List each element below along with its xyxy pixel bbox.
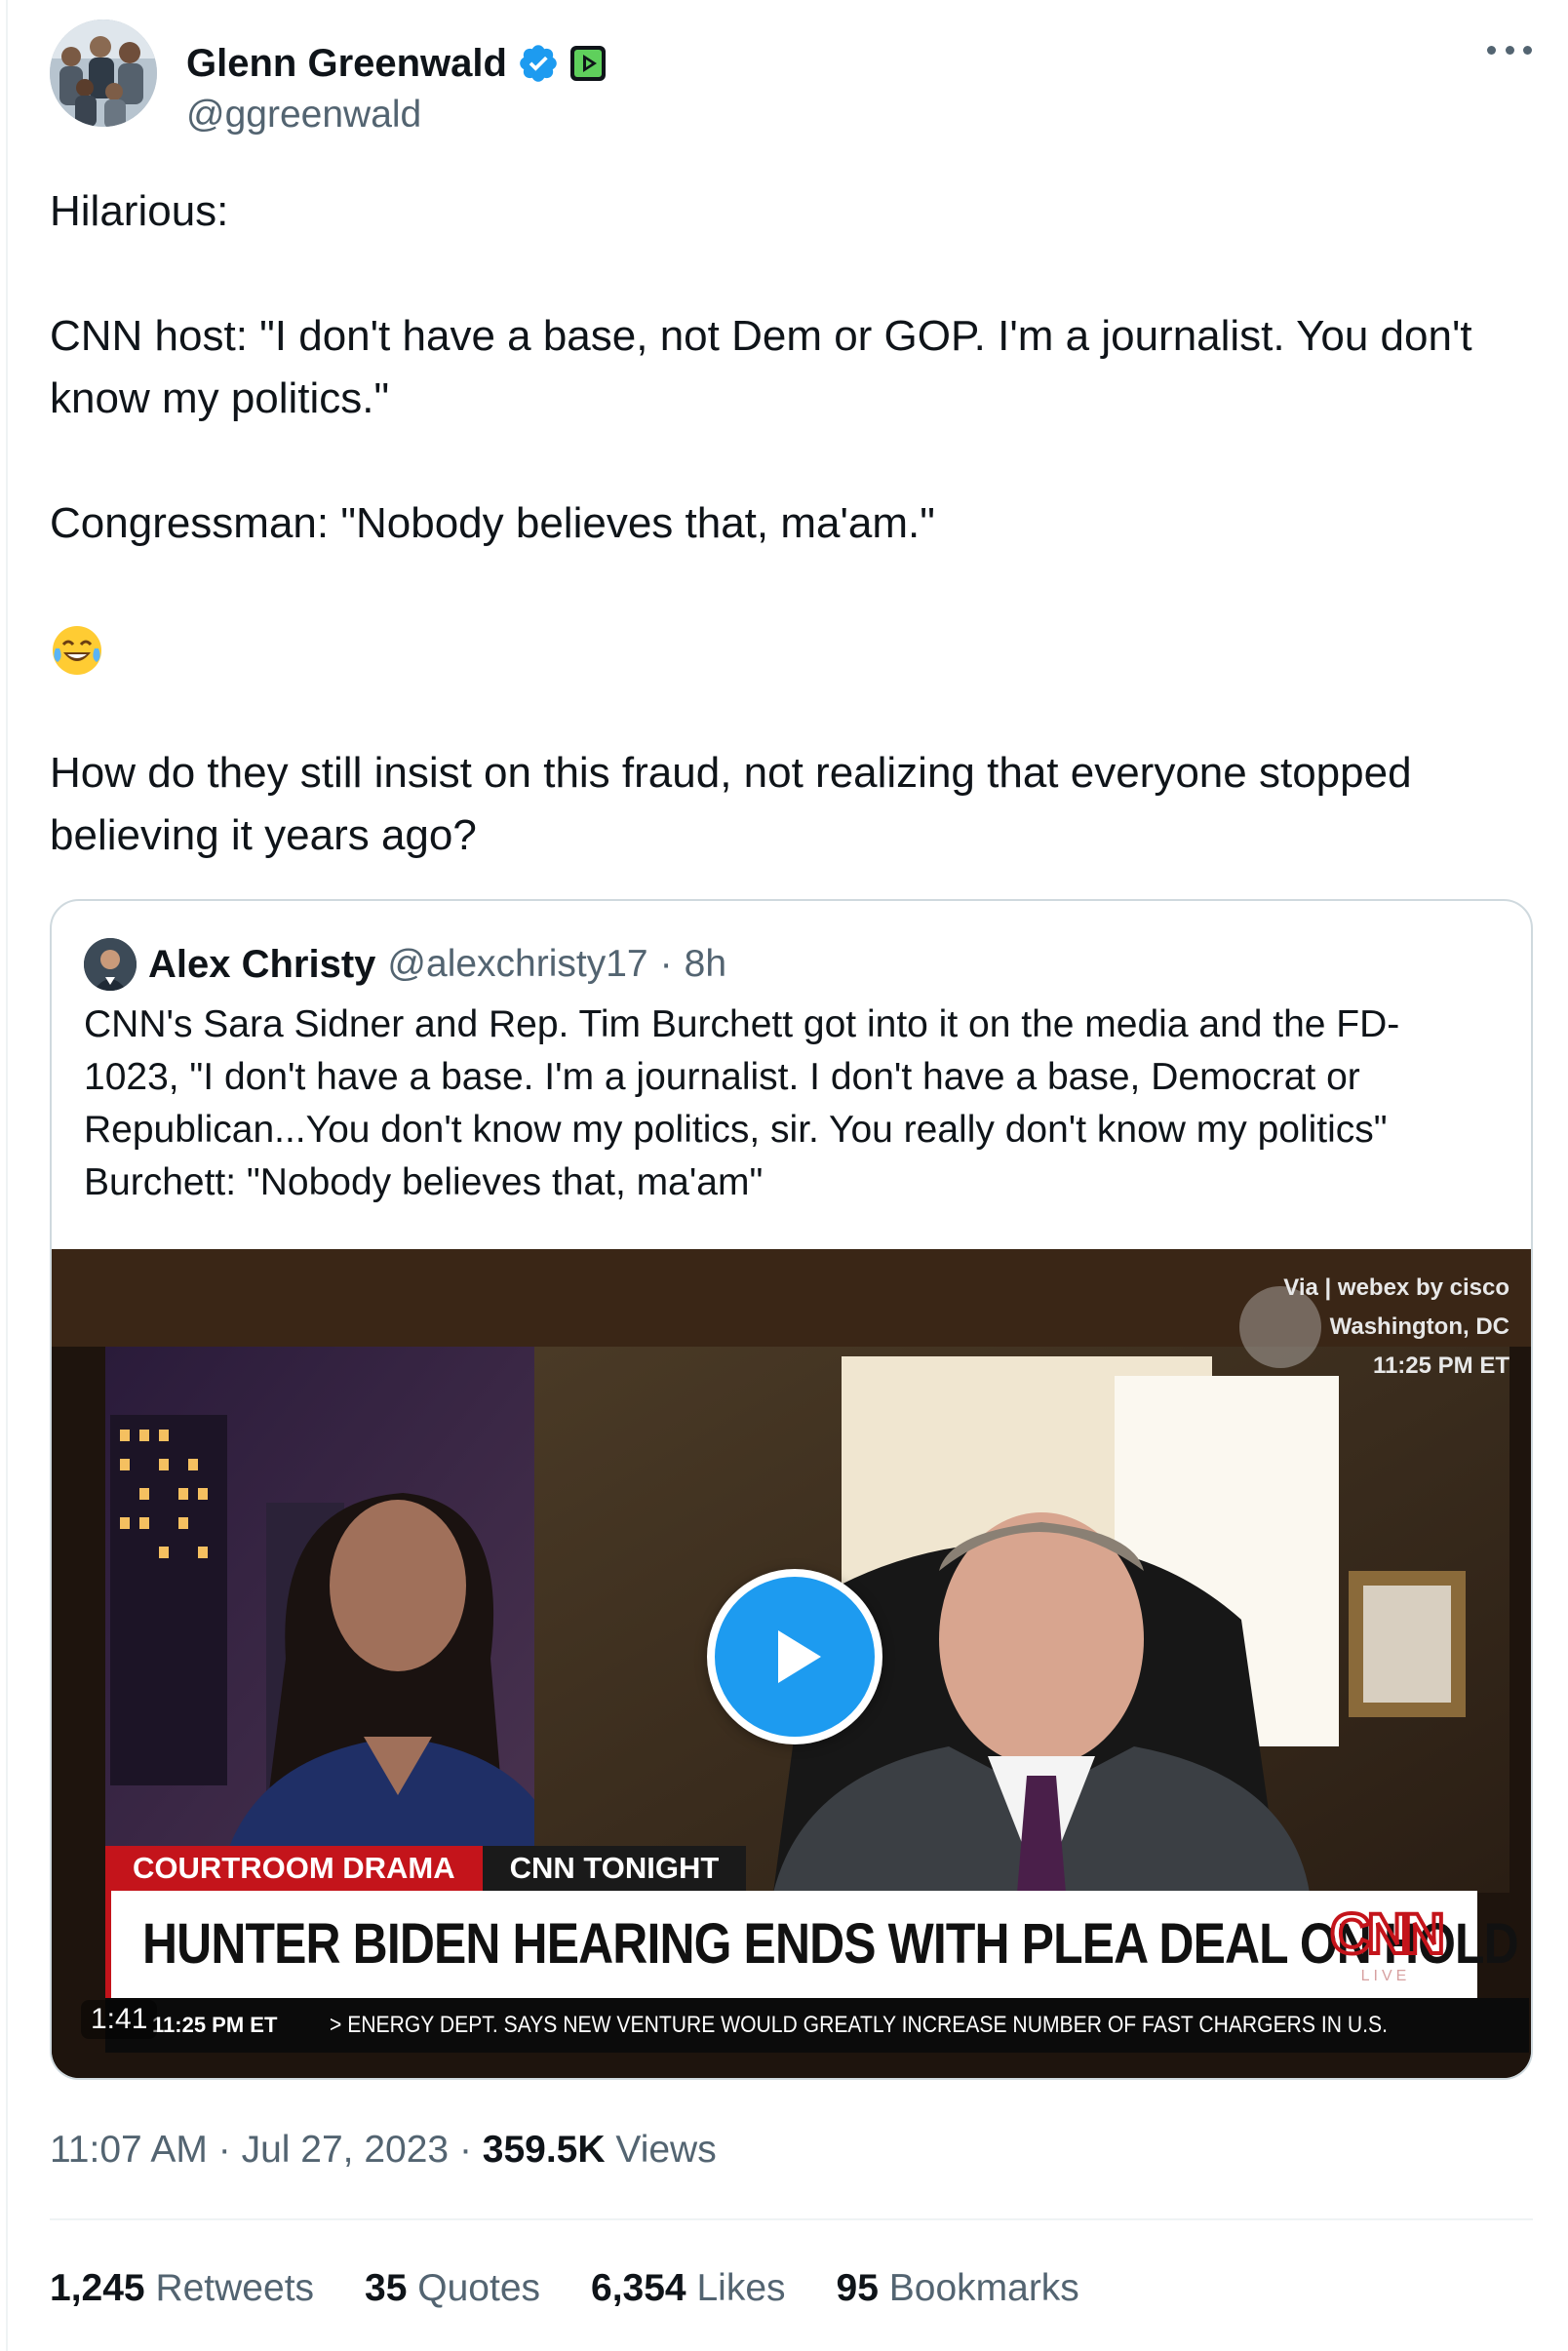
chyron-tag-dark: CNN TONIGHT: [482, 1846, 747, 1891]
ticker-time: 11:25 PM ET: [152, 2013, 278, 2037]
stat-count: 35: [365, 2267, 408, 2309]
engagement-stats: 1,245 Retweets 35 Quotes 6,354 Likes 95 …: [50, 2262, 1079, 2315]
webex-overlay: Via | webex by cisco Washington, DC 11:2…: [1207, 1269, 1509, 1386]
views-count: 359.5K: [482, 2129, 606, 2171]
chyron-headline: HUNTER BIDEN HEARING ENDS WITH PLEA DEAL…: [142, 1912, 1519, 1976]
page-border: [6, 0, 8, 2351]
webex-via: Via | webex by cisco: [1283, 1274, 1509, 1301]
webex-location: Washington, DC: [1329, 1313, 1509, 1340]
avatar-photo: [50, 20, 157, 127]
tweet-line: believing it years ago?: [50, 811, 477, 859]
quoted-line: CNN's Sara Sidner and Rep. Tim Burchett …: [84, 1003, 1400, 1045]
quoted-avatar[interactable]: [84, 938, 137, 991]
tweet-line: How do they still insist on this fraud, …: [50, 749, 1412, 797]
webex-time: 11:25 PM ET: [1372, 1352, 1509, 1379]
svg-text:CNN: CNN: [1330, 1902, 1441, 1966]
separator-dot: ·: [659, 943, 673, 985]
divider: [50, 2218, 1533, 2220]
video-duration: 1:41: [81, 2000, 158, 2039]
tweet-line: CNN host: "I don't have a base, not Dem …: [50, 312, 1472, 360]
bookmarks-stat[interactable]: 95 Bookmarks: [837, 2262, 1079, 2315]
stat-label: Bookmarks: [888, 2267, 1079, 2309]
author-line: Glenn Greenwald: [186, 39, 607, 88]
quoted-author-handle[interactable]: @alexchristy17: [387, 943, 647, 986]
chyron-tags: COURTROOM DRAMA CNN TONIGHT: [105, 1846, 747, 1891]
verified-badge-icon: [517, 42, 560, 85]
author-name[interactable]: Glenn Greenwald: [186, 42, 507, 86]
video-player[interactable]: Via | webex by cisco Washington, DC 11:2…: [52, 1249, 1531, 2078]
tweet-header: Glenn Greenwald @ggreenwald: [50, 20, 1532, 136]
chyron-ticker: 11:25 PM ET > ENERGY DEPT. SAYS NEW VENT…: [105, 1998, 1529, 2053]
ticker-text: > ENERGY DEPT. SAYS NEW VENTURE WOULD GR…: [330, 2012, 1388, 2038]
quoted-line: 1023, "I don't have a base. I'm a journa…: [84, 1056, 1360, 1098]
tweet-time[interactable]: 11:07 AM: [50, 2129, 208, 2171]
tears-of-joy-emoji-icon: [50, 623, 104, 678]
quotes-stat[interactable]: 35 Quotes: [365, 2262, 540, 2315]
svg-text:LIVE: LIVE: [1361, 1968, 1411, 1984]
tweet-text: Hilarious: CNN host: "I don't have a bas…: [50, 180, 1542, 867]
stat-label: Retweets: [155, 2267, 315, 2309]
quoted-line: Republican...You don't know my politics,…: [84, 1109, 1388, 1151]
meta-separator: ·: [217, 2129, 231, 2171]
quoted-tweet-text: CNN's Sara Sidner and Rep. Tim Burchett …: [84, 999, 1508, 1209]
play-button[interactable]: [707, 1569, 882, 1744]
quoted-tweet-header: Alex Christy @alexchristy17 · 8h: [84, 938, 726, 991]
stat-label: Likes: [696, 2267, 786, 2309]
meta-separator: ·: [458, 2129, 472, 2171]
tweet-date[interactable]: Jul 27, 2023: [242, 2129, 450, 2171]
stat-count: 1,245: [50, 2267, 145, 2309]
likes-stat[interactable]: 6,354 Likes: [591, 2262, 786, 2315]
retweets-stat[interactable]: 1,245 Retweets: [50, 2262, 314, 2315]
more-options-icon[interactable]: [1487, 35, 1532, 64]
tweet-meta: 11:07 AM · Jul 27, 2023 · 359.5K Views: [50, 2124, 717, 2176]
quoted-line: Burchett: "Nobody believes that, ma'am": [84, 1161, 764, 1203]
stat-label: Quotes: [417, 2267, 541, 2309]
stat-count: 95: [836, 2267, 879, 2309]
stat-count: 6,354: [591, 2267, 686, 2309]
chyron-headline-bar: HUNTER BIDEN HEARING ENDS WITH PLEA DEAL…: [105, 1891, 1519, 1998]
avatar[interactable]: [50, 20, 157, 127]
tweet-line: Congressman: "Nobody believes that, ma'a…: [50, 499, 935, 547]
quoted-time[interactable]: 8h: [685, 943, 726, 986]
views-label: Views: [615, 2129, 717, 2171]
cnn-logo-icon: CNN LIVE: [1328, 1902, 1447, 1984]
quoted-tweet-card[interactable]: Alex Christy @alexchristy17 · 8h CNN's S…: [50, 899, 1533, 2080]
chyron-tag-red: COURTROOM DRAMA: [105, 1846, 483, 1891]
tweet-line: Hilarious:: [50, 187, 229, 235]
tweet-emoji-line: [50, 617, 1542, 680]
author-handle[interactable]: @ggreenwald: [186, 94, 421, 137]
tweet-line: know my politics.": [50, 374, 390, 422]
quoted-author-name[interactable]: Alex Christy: [148, 943, 375, 987]
play-icon: [778, 1630, 821, 1683]
affiliate-badge-icon: [569, 45, 607, 82]
